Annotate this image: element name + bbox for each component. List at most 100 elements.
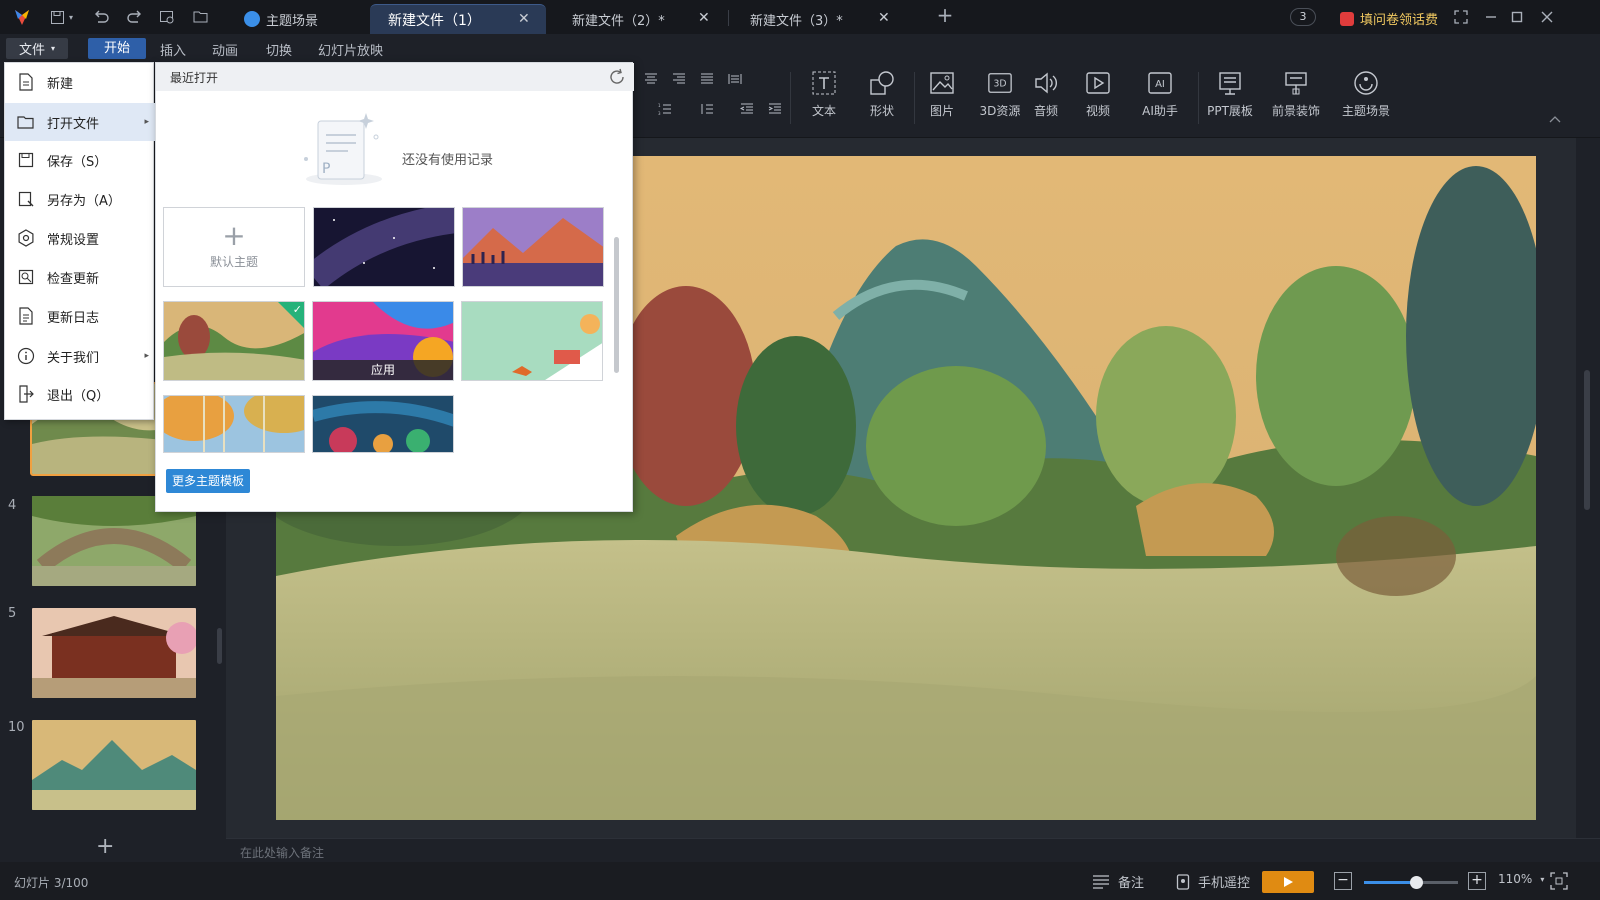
tab-label: 新建文件（1） xyxy=(388,12,481,29)
theme-gradient-waves[interactable]: 应用 xyxy=(312,301,454,381)
tab-new-file-1[interactable]: 新建文件（1） ✕ xyxy=(370,4,546,34)
play-slideshow-button[interactable] xyxy=(1262,871,1314,893)
tab-new-file-2[interactable]: 新建文件（2）* ✕ xyxy=(560,4,726,34)
increase-indent-icon[interactable] xyxy=(766,100,784,118)
more-theme-templates-button[interactable]: 更多主题模板 xyxy=(166,469,250,493)
status-bar: 幻灯片 3/100 备注 手机遥控 − + 110% ▾ xyxy=(0,862,1600,900)
menu-insert[interactable]: 插入 xyxy=(160,40,186,59)
menu-item-label: 退出（Q） xyxy=(47,388,110,404)
line-spacing-icon[interactable] xyxy=(698,100,716,118)
ribbon-decor-button[interactable]: 前景装饰 xyxy=(1266,70,1326,119)
menu-item-settings[interactable]: 常规设置 xyxy=(5,219,155,257)
recent-files-panel: 最近打开 P 还没有使用记录 + 默认主题 ✓ 应用 更多主题模板 xyxy=(155,62,634,512)
align-center-icon[interactable] xyxy=(642,70,660,88)
fit-screen-icon xyxy=(1550,872,1568,890)
slide-thumbnail-5[interactable] xyxy=(32,608,196,698)
recent-panel-header: 最近打开 xyxy=(156,63,634,91)
save-as-icon xyxy=(17,190,35,208)
theme-chinese-landscape[interactable]: ✓ xyxy=(163,301,305,381)
tab-separator xyxy=(728,10,729,26)
zoom-out-button[interactable]: − xyxy=(1334,872,1352,890)
collapse-ribbon-icon[interactable] xyxy=(1546,110,1564,128)
theme-mountain-lake[interactable] xyxy=(462,207,604,287)
image-icon xyxy=(929,70,955,96)
theme-fox-reading[interactable] xyxy=(461,301,603,381)
empty-recent-message: 还没有使用记录 xyxy=(402,153,494,168)
menu-item-changelog[interactable]: 更新日志 xyxy=(5,297,155,335)
ribbon-button-label: PPT展板 xyxy=(1207,104,1253,118)
ribbon-image-button[interactable]: 图片 xyxy=(912,70,972,119)
menu-animation[interactable]: 动画 xyxy=(212,40,238,59)
ribbon-theme-scene-button[interactable]: 主题场景 xyxy=(1336,70,1396,119)
menu-item-about[interactable]: 关于我们 ▸ xyxy=(5,337,155,375)
slide-counter: 幻灯片 3/100 xyxy=(14,876,89,890)
zoom-in-button[interactable]: + xyxy=(1468,872,1486,890)
ribbon-video-button[interactable]: 视频 xyxy=(1068,70,1128,119)
fullscreen-icon[interactable] xyxy=(1452,8,1470,26)
theme-autumn-forest[interactable] xyxy=(163,395,305,453)
menu-item-new[interactable]: 新建 xyxy=(5,63,155,101)
close-window-icon[interactable] xyxy=(1538,8,1556,26)
ribbon-button-label: 形状 xyxy=(869,104,894,118)
zoom-slider-handle[interactable] xyxy=(1409,876,1423,889)
check-update-icon xyxy=(17,268,35,286)
save-icon[interactable] xyxy=(48,8,66,26)
menu-home[interactable]: 开始 xyxy=(88,38,147,59)
distribute-icon[interactable] xyxy=(726,70,744,88)
apply-theme-button[interactable]: 应用 xyxy=(313,360,453,380)
close-icon[interactable]: ✕ xyxy=(518,12,532,26)
zoom-level-dropdown[interactable]: 110% ▾ xyxy=(1498,872,1544,886)
tab-new-file-3[interactable]: 新建文件（3）* ✕ xyxy=(738,4,906,34)
align-right-icon[interactable] xyxy=(670,70,688,88)
maximize-icon[interactable] xyxy=(1508,8,1526,26)
justify-icon[interactable] xyxy=(698,70,716,88)
tab-theme-scene[interactable]: 主题场景 xyxy=(236,4,364,34)
slide-panel-scrollbar[interactable] xyxy=(217,628,222,664)
menu-transition[interactable]: 切换 xyxy=(266,40,292,59)
survey-promo-link[interactable]: 填问卷领话费 xyxy=(1340,9,1438,28)
close-icon[interactable]: ✕ xyxy=(698,11,712,25)
ribbon-text-button[interactable]: 文本 xyxy=(794,70,854,119)
ribbon-shape-button[interactable]: 形状 xyxy=(852,70,912,119)
add-slide-button[interactable]: + xyxy=(96,834,114,859)
decrease-indent-icon[interactable] xyxy=(738,100,756,118)
redo-icon[interactable] xyxy=(126,8,144,26)
theme-default[interactable]: + 默认主题 xyxy=(163,207,305,287)
folder-icon[interactable] xyxy=(192,8,210,26)
zoom-slider[interactable] xyxy=(1364,876,1458,889)
ribbon-ai-button[interactable]: AI AI助手 xyxy=(1130,70,1190,119)
ribbon-board-button[interactable]: PPT展板 xyxy=(1200,70,1260,119)
minimize-icon[interactable] xyxy=(1482,8,1500,26)
phone-remote-button[interactable]: 手机遥控 xyxy=(1176,872,1250,891)
menu-slideshow[interactable]: 幻灯片放映 xyxy=(318,40,383,59)
theme-starry-sky[interactable] xyxy=(313,207,455,287)
menu-item-label: 关于我们 xyxy=(47,350,100,366)
theme-coral-reef[interactable] xyxy=(312,395,454,453)
new-tab-plus-icon[interactable]: + xyxy=(936,3,954,27)
notes-toggle-button[interactable]: 备注 xyxy=(1092,872,1144,891)
slide-thumbnail-10[interactable] xyxy=(32,720,196,810)
menu-item-exit[interactable]: 退出（Q） xyxy=(5,375,155,413)
close-icon[interactable]: ✕ xyxy=(878,11,892,25)
file-menu-button[interactable]: 文件 ▾ xyxy=(6,38,68,59)
ribbon-button-label: 视频 xyxy=(1085,104,1110,118)
menu-item-save-as[interactable]: 另存为（A） xyxy=(5,180,155,218)
submenu-arrow-icon: ▸ xyxy=(144,351,149,361)
ai-icon: AI xyxy=(1147,70,1173,96)
canvas-vertical-scrollbar[interactable] xyxy=(1584,370,1590,510)
notes-field[interactable]: 在此处输入备注 xyxy=(226,838,1600,862)
menu-item-check-update[interactable]: 检查更新 xyxy=(5,258,155,296)
notes-label: 备注 xyxy=(1118,876,1145,891)
notification-badge[interactable]: 3 xyxy=(1290,8,1316,26)
preview-icon[interactable] xyxy=(158,8,176,26)
numbered-list-icon[interactable]: 13 xyxy=(656,100,674,118)
recent-panel-scrollbar[interactable] xyxy=(614,237,619,373)
promo-label: 填问卷领话费 xyxy=(1360,13,1439,28)
ribbon-audio-button[interactable]: 音频 xyxy=(1016,70,1076,119)
save-dropdown-icon[interactable]: ▾ xyxy=(66,8,76,26)
refresh-icon[interactable] xyxy=(608,68,626,86)
undo-icon[interactable] xyxy=(92,8,110,26)
menu-item-save[interactable]: 保存（S） xyxy=(5,141,155,179)
fit-screen-button[interactable] xyxy=(1550,872,1568,890)
menu-item-open-file[interactable]: 打开文件 ▸ xyxy=(5,103,155,141)
